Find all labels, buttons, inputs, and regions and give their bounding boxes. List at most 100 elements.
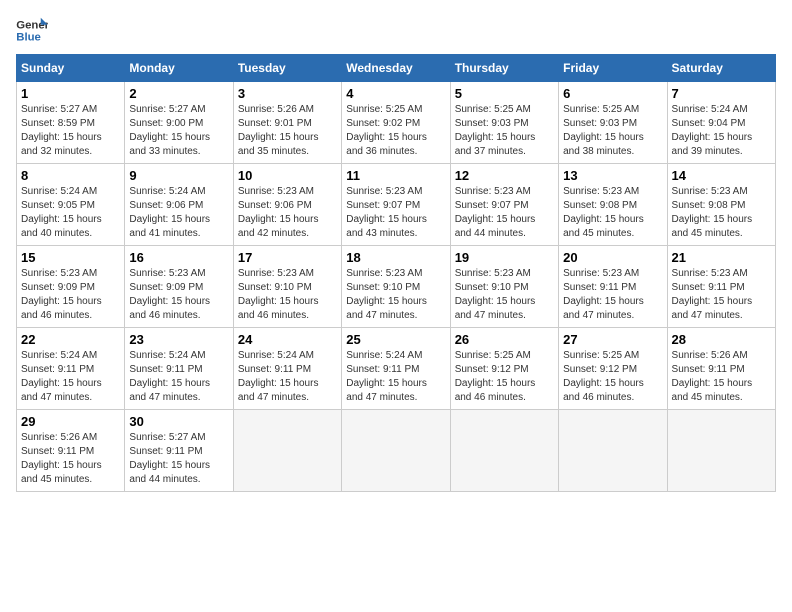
day-number: 24 bbox=[238, 332, 337, 347]
day-number: 29 bbox=[21, 414, 120, 429]
day-number: 25 bbox=[346, 332, 445, 347]
day-cell-17: 17 Sunrise: 5:23 AMSunset: 9:10 PMDaylig… bbox=[233, 246, 341, 328]
day-cell-21: 21 Sunrise: 5:23 AMSunset: 9:11 PMDaylig… bbox=[667, 246, 775, 328]
day-cell-23: 23 Sunrise: 5:24 AMSunset: 9:11 PMDaylig… bbox=[125, 328, 233, 410]
day-info: Sunrise: 5:24 AMSunset: 9:11 PMDaylight:… bbox=[21, 350, 102, 403]
day-number: 14 bbox=[672, 168, 771, 183]
day-number: 6 bbox=[563, 86, 662, 101]
calendar-table: SundayMondayTuesdayWednesdayThursdayFrid… bbox=[16, 54, 776, 492]
day-cell-15: 15 Sunrise: 5:23 AMSunset: 9:09 PMDaylig… bbox=[17, 246, 125, 328]
day-info: Sunrise: 5:26 AMSunset: 9:11 PMDaylight:… bbox=[672, 350, 753, 403]
day-number: 26 bbox=[455, 332, 554, 347]
day-info: Sunrise: 5:23 AMSunset: 9:06 PMDaylight:… bbox=[238, 186, 319, 239]
day-info: Sunrise: 5:25 AMSunset: 9:12 PMDaylight:… bbox=[563, 350, 644, 403]
day-number: 4 bbox=[346, 86, 445, 101]
day-info: Sunrise: 5:27 AMSunset: 9:00 PMDaylight:… bbox=[129, 104, 210, 157]
day-number: 30 bbox=[129, 414, 228, 429]
day-info: Sunrise: 5:23 AMSunset: 9:10 PMDaylight:… bbox=[455, 268, 536, 321]
weekday-header-tuesday: Tuesday bbox=[233, 55, 341, 82]
day-info: Sunrise: 5:23 AMSunset: 9:10 PMDaylight:… bbox=[346, 268, 427, 321]
day-cell-8: 8 Sunrise: 5:24 AMSunset: 9:05 PMDayligh… bbox=[17, 164, 125, 246]
day-cell-24: 24 Sunrise: 5:24 AMSunset: 9:11 PMDaylig… bbox=[233, 328, 341, 410]
day-cell-18: 18 Sunrise: 5:23 AMSunset: 9:10 PMDaylig… bbox=[342, 246, 450, 328]
calendar-week-row: 8 Sunrise: 5:24 AMSunset: 9:05 PMDayligh… bbox=[17, 164, 776, 246]
day-info: Sunrise: 5:24 AMSunset: 9:11 PMDaylight:… bbox=[346, 350, 427, 403]
day-number: 12 bbox=[455, 168, 554, 183]
svg-text:Blue: Blue bbox=[16, 32, 41, 44]
day-cell-26: 26 Sunrise: 5:25 AMSunset: 9:12 PMDaylig… bbox=[450, 328, 558, 410]
day-cell-14: 14 Sunrise: 5:23 AMSunset: 9:08 PMDaylig… bbox=[667, 164, 775, 246]
day-cell-28: 28 Sunrise: 5:26 AMSunset: 9:11 PMDaylig… bbox=[667, 328, 775, 410]
day-number: 23 bbox=[129, 332, 228, 347]
day-cell-30: 30 Sunrise: 5:27 AMSunset: 9:11 PMDaylig… bbox=[125, 410, 233, 492]
day-info: Sunrise: 5:23 AMSunset: 9:07 PMDaylight:… bbox=[346, 186, 427, 239]
day-cell-12: 12 Sunrise: 5:23 AMSunset: 9:07 PMDaylig… bbox=[450, 164, 558, 246]
day-info: Sunrise: 5:26 AMSunset: 9:11 PMDaylight:… bbox=[21, 432, 102, 485]
day-number: 2 bbox=[129, 86, 228, 101]
day-number: 27 bbox=[563, 332, 662, 347]
weekday-header-thursday: Thursday bbox=[450, 55, 558, 82]
calendar-week-row: 15 Sunrise: 5:23 AMSunset: 9:09 PMDaylig… bbox=[17, 246, 776, 328]
day-info: Sunrise: 5:24 AMSunset: 9:11 PMDaylight:… bbox=[238, 350, 319, 403]
day-info: Sunrise: 5:23 AMSunset: 9:09 PMDaylight:… bbox=[129, 268, 210, 321]
day-info: Sunrise: 5:24 AMSunset: 9:06 PMDaylight:… bbox=[129, 186, 210, 239]
day-info: Sunrise: 5:26 AMSunset: 9:01 PMDaylight:… bbox=[238, 104, 319, 157]
day-cell-20: 20 Sunrise: 5:23 AMSunset: 9:11 PMDaylig… bbox=[559, 246, 667, 328]
page-header: General Blue bbox=[16, 16, 776, 44]
calendar-week-row: 22 Sunrise: 5:24 AMSunset: 9:11 PMDaylig… bbox=[17, 328, 776, 410]
day-number: 5 bbox=[455, 86, 554, 101]
day-number: 1 bbox=[21, 86, 120, 101]
logo: General Blue bbox=[16, 16, 48, 44]
day-info: Sunrise: 5:27 AMSunset: 8:59 PMDaylight:… bbox=[21, 104, 102, 157]
weekday-header-saturday: Saturday bbox=[667, 55, 775, 82]
day-number: 10 bbox=[238, 168, 337, 183]
day-info: Sunrise: 5:23 AMSunset: 9:08 PMDaylight:… bbox=[672, 186, 753, 239]
day-number: 15 bbox=[21, 250, 120, 265]
day-number: 28 bbox=[672, 332, 771, 347]
weekday-header-monday: Monday bbox=[125, 55, 233, 82]
day-number: 18 bbox=[346, 250, 445, 265]
day-cell-2: 2 Sunrise: 5:27 AMSunset: 9:00 PMDayligh… bbox=[125, 82, 233, 164]
day-cell-6: 6 Sunrise: 5:25 AMSunset: 9:03 PMDayligh… bbox=[559, 82, 667, 164]
day-info: Sunrise: 5:27 AMSunset: 9:11 PMDaylight:… bbox=[129, 432, 210, 485]
day-info: Sunrise: 5:25 AMSunset: 9:02 PMDaylight:… bbox=[346, 104, 427, 157]
empty-cell bbox=[559, 410, 667, 492]
day-info: Sunrise: 5:23 AMSunset: 9:08 PMDaylight:… bbox=[563, 186, 644, 239]
day-cell-9: 9 Sunrise: 5:24 AMSunset: 9:06 PMDayligh… bbox=[125, 164, 233, 246]
day-number: 9 bbox=[129, 168, 228, 183]
empty-cell bbox=[450, 410, 558, 492]
day-number: 19 bbox=[455, 250, 554, 265]
day-info: Sunrise: 5:24 AMSunset: 9:11 PMDaylight:… bbox=[129, 350, 210, 403]
day-number: 22 bbox=[21, 332, 120, 347]
day-number: 3 bbox=[238, 86, 337, 101]
calendar-week-row: 29 Sunrise: 5:26 AMSunset: 9:11 PMDaylig… bbox=[17, 410, 776, 492]
day-cell-16: 16 Sunrise: 5:23 AMSunset: 9:09 PMDaylig… bbox=[125, 246, 233, 328]
day-number: 17 bbox=[238, 250, 337, 265]
day-cell-19: 19 Sunrise: 5:23 AMSunset: 9:10 PMDaylig… bbox=[450, 246, 558, 328]
day-cell-3: 3 Sunrise: 5:26 AMSunset: 9:01 PMDayligh… bbox=[233, 82, 341, 164]
day-number: 21 bbox=[672, 250, 771, 265]
empty-cell bbox=[233, 410, 341, 492]
day-cell-13: 13 Sunrise: 5:23 AMSunset: 9:08 PMDaylig… bbox=[559, 164, 667, 246]
day-cell-10: 10 Sunrise: 5:23 AMSunset: 9:06 PMDaylig… bbox=[233, 164, 341, 246]
weekday-header-row: SundayMondayTuesdayWednesdayThursdayFrid… bbox=[17, 55, 776, 82]
day-number: 11 bbox=[346, 168, 445, 183]
day-info: Sunrise: 5:23 AMSunset: 9:07 PMDaylight:… bbox=[455, 186, 536, 239]
day-number: 8 bbox=[21, 168, 120, 183]
weekday-header-friday: Friday bbox=[559, 55, 667, 82]
day-cell-5: 5 Sunrise: 5:25 AMSunset: 9:03 PMDayligh… bbox=[450, 82, 558, 164]
weekday-header-wednesday: Wednesday bbox=[342, 55, 450, 82]
day-info: Sunrise: 5:23 AMSunset: 9:11 PMDaylight:… bbox=[672, 268, 753, 321]
day-info: Sunrise: 5:24 AMSunset: 9:04 PMDaylight:… bbox=[672, 104, 753, 157]
day-cell-11: 11 Sunrise: 5:23 AMSunset: 9:07 PMDaylig… bbox=[342, 164, 450, 246]
day-info: Sunrise: 5:23 AMSunset: 9:10 PMDaylight:… bbox=[238, 268, 319, 321]
day-cell-7: 7 Sunrise: 5:24 AMSunset: 9:04 PMDayligh… bbox=[667, 82, 775, 164]
calendar-week-row: 1 Sunrise: 5:27 AMSunset: 8:59 PMDayligh… bbox=[17, 82, 776, 164]
empty-cell bbox=[342, 410, 450, 492]
empty-cell bbox=[667, 410, 775, 492]
weekday-header-sunday: Sunday bbox=[17, 55, 125, 82]
day-number: 20 bbox=[563, 250, 662, 265]
day-cell-22: 22 Sunrise: 5:24 AMSunset: 9:11 PMDaylig… bbox=[17, 328, 125, 410]
day-cell-29: 29 Sunrise: 5:26 AMSunset: 9:11 PMDaylig… bbox=[17, 410, 125, 492]
day-info: Sunrise: 5:25 AMSunset: 9:12 PMDaylight:… bbox=[455, 350, 536, 403]
